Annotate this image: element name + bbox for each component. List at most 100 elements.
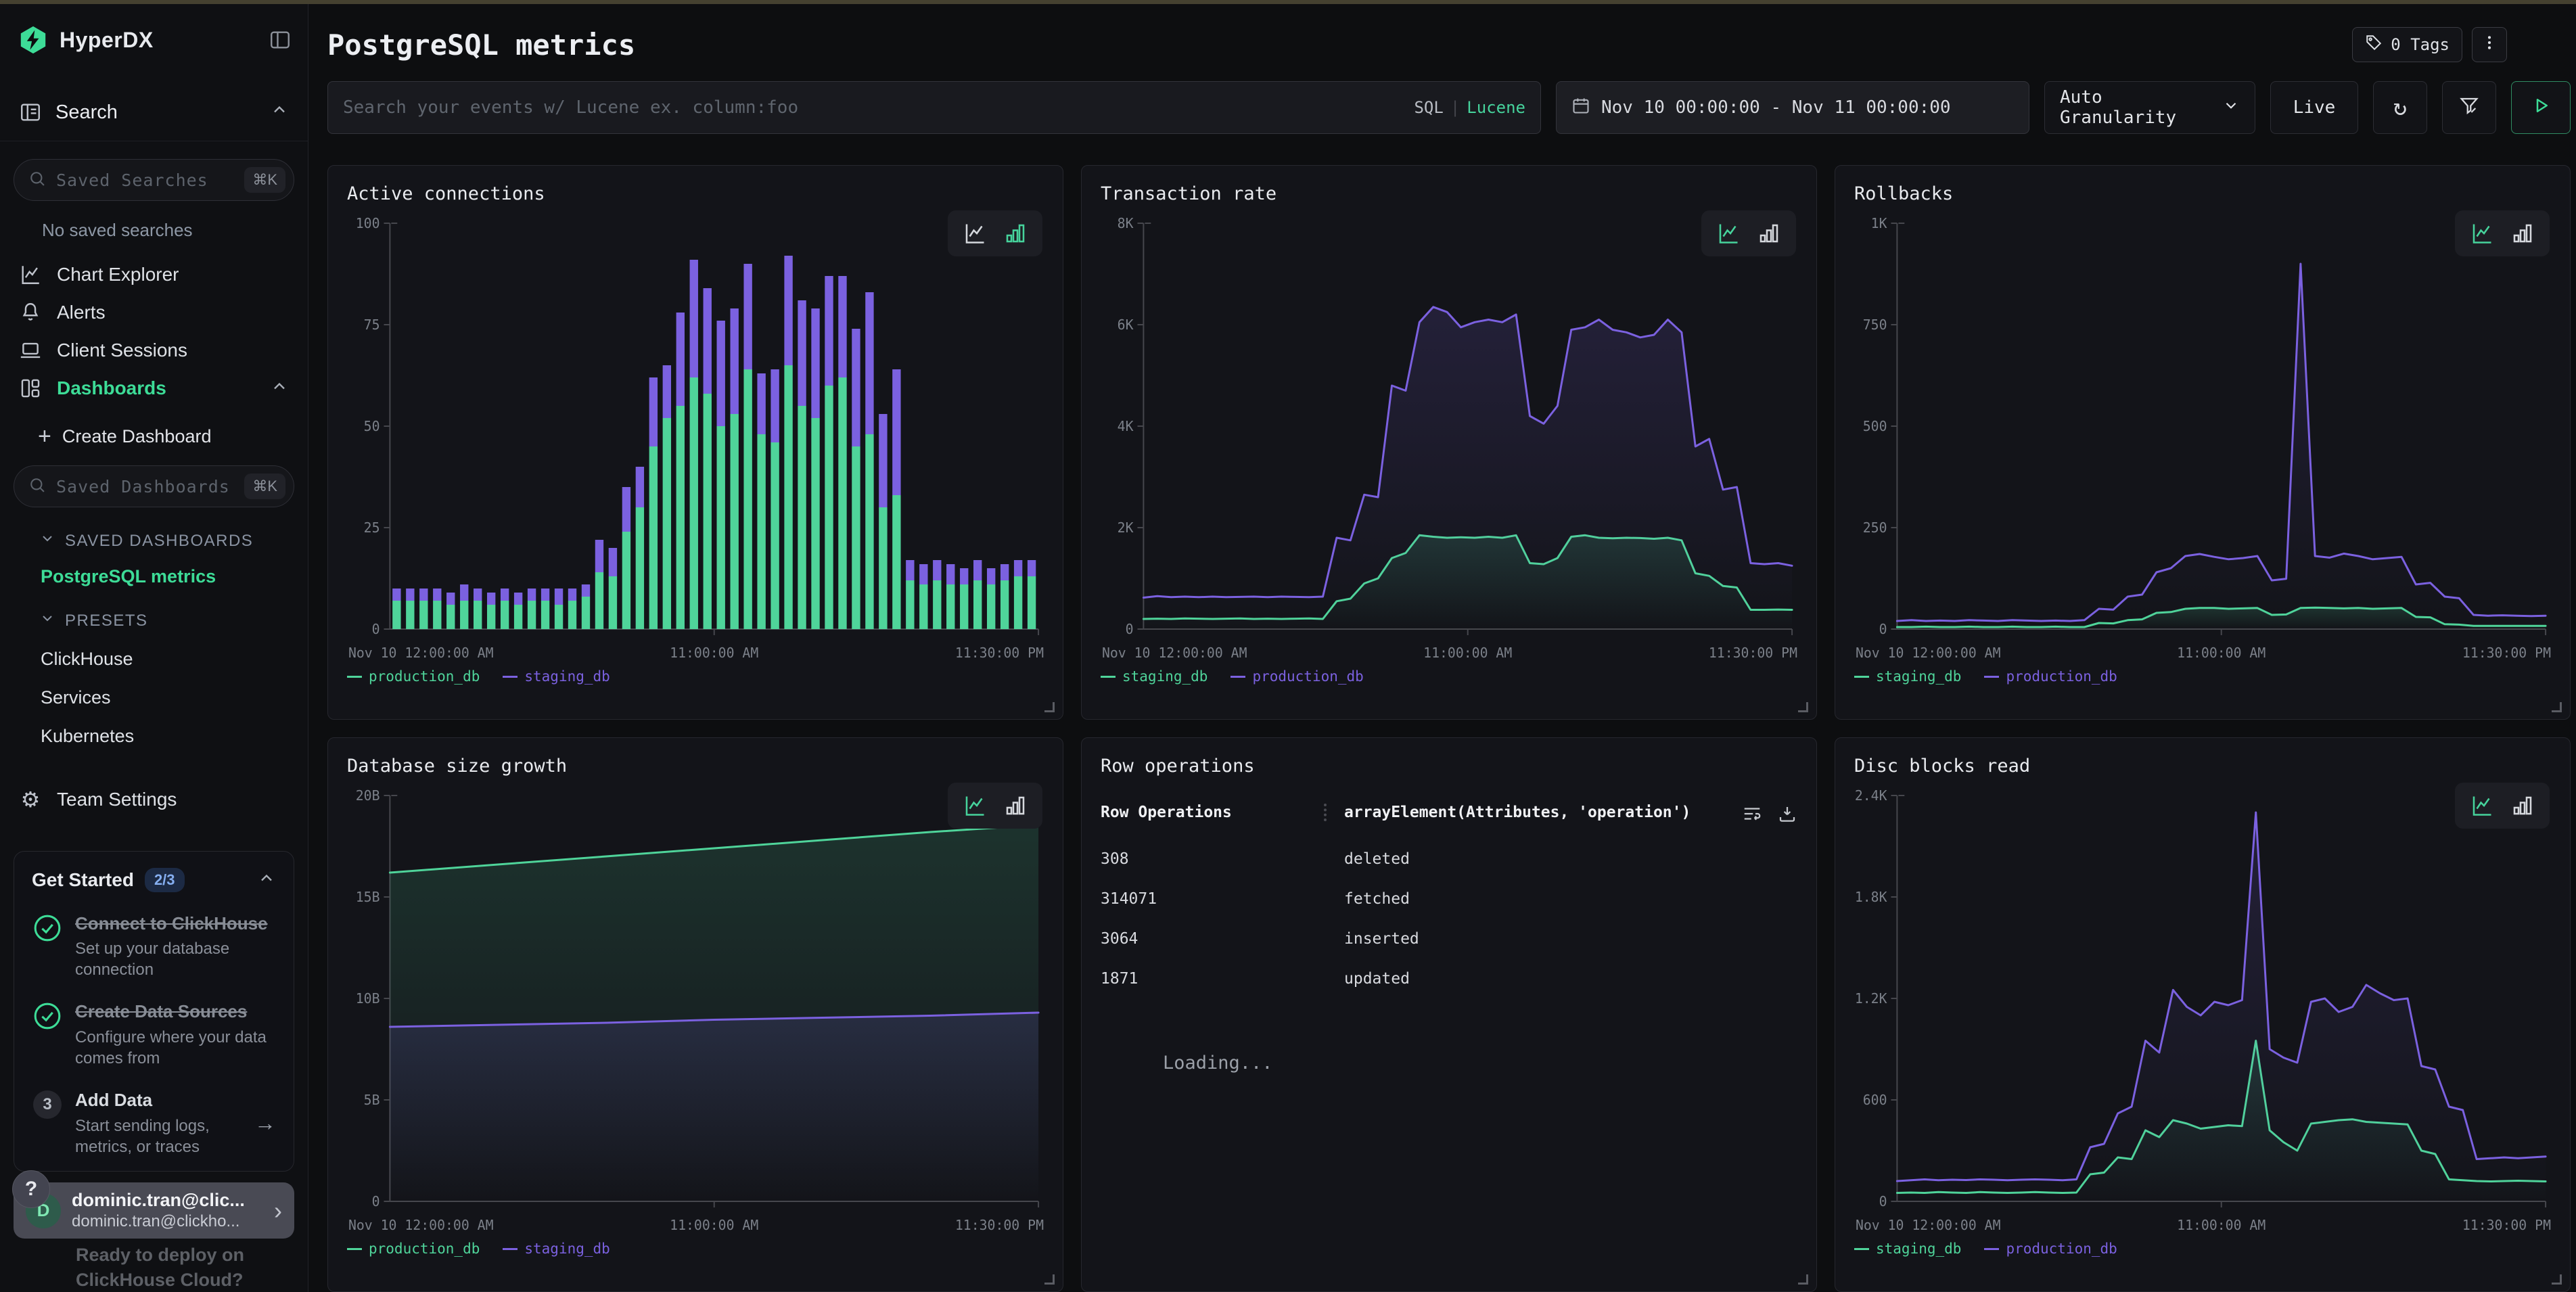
- database-size-chart: 05B10B15B20BNov 10 12:00:00 AM11:00:00 A…: [347, 785, 1044, 1238]
- bar-chart-icon[interactable]: [1003, 793, 1028, 818]
- sidebar-item-chart-explorer[interactable]: Chart Explorer: [0, 256, 308, 294]
- bar-chart-icon[interactable]: [1757, 221, 1781, 246]
- svg-text:0: 0: [372, 1194, 380, 1209]
- sidebar-item-label: Alerts: [57, 302, 106, 323]
- section-presets[interactable]: PRESETS: [39, 610, 308, 631]
- line-chart-icon[interactable]: [2470, 793, 2494, 818]
- event-search-input[interactable]: Search your events w/ Lucene ex. column:…: [327, 81, 1541, 134]
- section-label: SAVED DASHBOARDS: [65, 532, 253, 551]
- bar-chart-icon[interactable]: [2510, 793, 2535, 818]
- svg-text:0: 0: [372, 622, 380, 637]
- wrap-text-icon[interactable]: [1742, 804, 1762, 828]
- svg-text:0: 0: [1879, 1194, 1887, 1209]
- plus-icon: +: [38, 425, 51, 448]
- saved-searches-placeholder: Saved Searches: [56, 170, 208, 190]
- step-number-badge: 3: [33, 1090, 62, 1119]
- get-started-step-add-data[interactable]: 3 Add Data Start sending logs, metrics, …: [32, 1089, 276, 1157]
- step-title: Connect to ClickHouse: [75, 913, 268, 933]
- step-title: Create Data Sources: [75, 1001, 247, 1021]
- table-row[interactable]: 314071fetched: [1101, 890, 1797, 908]
- line-chart-icon[interactable]: [963, 221, 987, 246]
- bar-chart-icon[interactable]: [2510, 221, 2535, 246]
- download-icon[interactable]: [1777, 804, 1797, 828]
- table-row[interactable]: 308deleted: [1101, 850, 1797, 868]
- chart-legend: staging_db production_db: [1854, 1241, 2551, 1257]
- get-started-step-sources[interactable]: Create Data Sources Configure where your…: [32, 1000, 276, 1069]
- disc-blocks-chart: 06001.2K1.8K2.4KNov 10 12:00:00 AM11:00:…: [1854, 785, 2551, 1238]
- check-circle-icon: [32, 1000, 63, 1032]
- sidebar-item-search[interactable]: Search: [0, 97, 308, 127]
- help-button[interactable]: ?: [12, 1170, 50, 1208]
- lucene-option[interactable]: Lucene: [1467, 98, 1525, 117]
- chevron-down-icon: [39, 530, 55, 551]
- date-range-picker[interactable]: Nov 10 00:00:00 - Nov 11 00:00:00: [1556, 81, 2029, 134]
- svg-text:2.4K: 2.4K: [1855, 788, 1887, 804]
- chart-type-toggle[interactable]: [1701, 210, 1796, 256]
- svg-text:750: 750: [1863, 317, 1887, 333]
- panel-title: Database size growth: [347, 756, 1044, 777]
- calendar-icon: [1571, 96, 1590, 120]
- svg-text:1K: 1K: [1871, 216, 1887, 231]
- page-title: PostgreSQL metrics: [327, 28, 635, 62]
- svg-text:1.2K: 1.2K: [1855, 991, 1887, 1007]
- create-dashboard-button[interactable]: + Create Dashboard: [38, 425, 308, 448]
- svg-text:10B: 10B: [356, 991, 380, 1007]
- granularity-select[interactable]: Auto Granularity: [2044, 81, 2255, 134]
- sidebar-collapse-icon[interactable]: [269, 28, 292, 51]
- line-chart-icon[interactable]: [1716, 221, 1741, 246]
- sidebar-item-services[interactable]: Services: [41, 687, 308, 708]
- filter-button[interactable]: [2442, 81, 2496, 134]
- chart-type-toggle[interactable]: [2455, 210, 2550, 256]
- chart-type-toggle[interactable]: [2455, 783, 2550, 829]
- search-placeholder: Search your events w/ Lucene ex. column:…: [343, 97, 798, 118]
- line-chart-icon[interactable]: [963, 793, 987, 818]
- shortcut-badge: ⌘K: [244, 474, 285, 499]
- step-subtitle: Start sending logs, metrics, or traces: [75, 1115, 242, 1157]
- panel-title: Transaction rate: [1101, 183, 1797, 204]
- line-chart-icon[interactable]: [2470, 221, 2494, 246]
- refresh-button[interactable]: ↻: [2373, 81, 2427, 134]
- chart-type-toggle[interactable]: [948, 783, 1042, 829]
- svg-text:11:30:00 PM: 11:30:00 PM: [955, 1218, 1044, 1233]
- user-menu[interactable]: D dominic.tran@clic... dominic.tran@clic…: [14, 1182, 294, 1239]
- search-section-icon: [19, 101, 42, 124]
- sidebar-item-team-settings[interactable]: ⚙ Team Settings: [0, 781, 308, 818]
- sidebar-item-alerts[interactable]: Alerts: [0, 294, 308, 331]
- sidebar-item-kubernetes[interactable]: Kubernetes: [41, 726, 308, 747]
- sidebar-item-clickhouse[interactable]: ClickHouse: [41, 649, 308, 670]
- legend-label: production_db: [2006, 1241, 2117, 1257]
- sql-option[interactable]: SQL: [1414, 98, 1443, 117]
- chevron-up-icon[interactable]: [257, 869, 276, 891]
- get-started-step-connect[interactable]: Connect to ClickHouse Set up your databa…: [32, 913, 276, 981]
- chevron-right-icon: ›: [274, 1197, 282, 1225]
- bar-chart-icon[interactable]: [1003, 221, 1028, 246]
- column-header[interactable]: arrayElement(Attributes, 'operation'): [1324, 804, 1730, 821]
- svg-text:11:00:00 AM: 11:00:00 AM: [670, 1218, 758, 1233]
- chevron-up-icon: [270, 377, 289, 400]
- svg-text:20B: 20B: [356, 788, 380, 804]
- sidebar-item-client-sessions[interactable]: Client Sessions: [0, 331, 308, 369]
- table-row[interactable]: 1871updated: [1101, 970, 1797, 988]
- live-button[interactable]: Live: [2270, 81, 2358, 134]
- sidebar-item-postgresql-metrics[interactable]: PostgreSQL metrics: [41, 566, 308, 587]
- svg-text:15B: 15B: [356, 890, 380, 905]
- tags-button[interactable]: 0 Tags: [2352, 27, 2462, 62]
- row-operations-table: Row Operations arrayElement(Attributes, …: [1101, 804, 1797, 988]
- svg-text:Nov 10 12:00:00 AM: Nov 10 12:00:00 AM: [348, 645, 494, 661]
- sidebar: HyperDX Search Saved Searches ⌘K No save…: [0, 4, 308, 1292]
- panel-title: Row operations: [1101, 756, 1797, 777]
- section-saved-dashboards[interactable]: SAVED DASHBOARDS: [39, 530, 308, 551]
- more-options-button[interactable]: [2472, 27, 2507, 62]
- column-header[interactable]: Row Operations: [1101, 804, 1324, 821]
- step-subtitle: Set up your database connection: [75, 938, 276, 980]
- sidebar-item-label: Dashboards: [57, 377, 166, 399]
- saved-dashboards-input[interactable]: Saved Dashboards ⌘K: [14, 465, 294, 507]
- run-query-button[interactable]: [2511, 81, 2571, 134]
- saved-searches-input[interactable]: Saved Searches ⌘K: [14, 159, 294, 201]
- table-row[interactable]: 3064inserted: [1101, 930, 1797, 948]
- svg-text:0: 0: [1879, 622, 1887, 637]
- query-language-toggle[interactable]: SQL|Lucene: [1414, 98, 1525, 117]
- sidebar-item-dashboards[interactable]: Dashboards: [0, 369, 308, 407]
- chart-type-toggle[interactable]: [948, 210, 1042, 256]
- svg-text:Nov 10 12:00:00 AM: Nov 10 12:00:00 AM: [1856, 645, 2001, 661]
